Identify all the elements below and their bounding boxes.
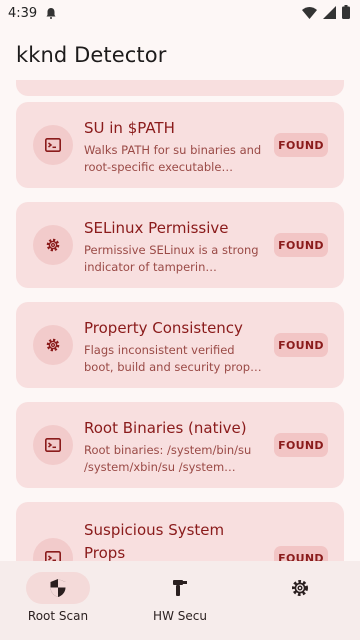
check-description: Flags inconsistent verified boot, build … [84, 343, 262, 374]
check-title: SELinux Permissive [84, 219, 229, 237]
status-badge: FOUND [274, 133, 328, 157]
status-badge: FOUND [274, 546, 328, 561]
check-card-property-consistency[interactable]: Property Consistency Flags inconsistent … [16, 302, 344, 388]
check-card-partial[interactable] [16, 80, 344, 96]
app-bar: kknd Detector [0, 30, 360, 80]
check-description: Walks PATH for su binaries and root-spec… [84, 143, 262, 174]
nav-label: HW Secu [153, 609, 207, 623]
terminal-icon [33, 538, 73, 561]
terminal-icon [33, 425, 73, 465]
notification-icon [45, 7, 57, 19]
status-badge: FOUND [274, 333, 328, 357]
nav-label: Root Scan [27, 609, 89, 623]
nav-item-hw-security[interactable]: HW Secu [120, 561, 240, 640]
battery-icon [342, 4, 350, 23]
terminal-icon [33, 125, 73, 165]
check-title: Suspicious System Props [84, 521, 225, 561]
check-description: Permissive SELinux is a strong indicator… [84, 243, 259, 274]
gear-icon [268, 572, 332, 604]
status-bar: 4:39 [0, 0, 360, 26]
gear-icon [33, 325, 73, 365]
check-title: SU in $PATH [84, 119, 175, 137]
check-card-suspicious-system-props[interactable]: Suspicious System Props FOUND [16, 502, 344, 561]
check-title: Property Consistency [84, 319, 243, 337]
status-time: 4:39 [8, 5, 38, 21]
check-card-selinux-permissive[interactable]: SELinux Permissive Permissive SELinux is… [16, 202, 344, 288]
nav-item-settings[interactable] [240, 561, 360, 640]
shield-icon [26, 572, 90, 604]
gear-icon [33, 225, 73, 265]
app-title: kknd Detector [16, 43, 167, 67]
check-list[interactable]: SU in $PATH Walks PATH for su binaries a… [0, 80, 360, 561]
hardware-icon [148, 572, 212, 604]
cellular-icon [323, 4, 336, 23]
nav-item-root-scan[interactable]: Root Scan [0, 561, 120, 640]
wifi-icon [302, 4, 317, 23]
status-badge: FOUND [274, 233, 328, 257]
check-card-root-binaries-native[interactable]: Root Binaries (native) Root binaries: /s… [16, 402, 344, 488]
status-badge: FOUND [274, 433, 328, 457]
check-title: Root Binaries (native) [84, 419, 247, 437]
bottom-navigation: Root Scan HW Secu [0, 561, 360, 640]
check-card-su-in-path[interactable]: SU in $PATH Walks PATH for su binaries a… [16, 102, 344, 188]
check-description: Root binaries: /system/bin/su /system/xb… [84, 443, 252, 474]
